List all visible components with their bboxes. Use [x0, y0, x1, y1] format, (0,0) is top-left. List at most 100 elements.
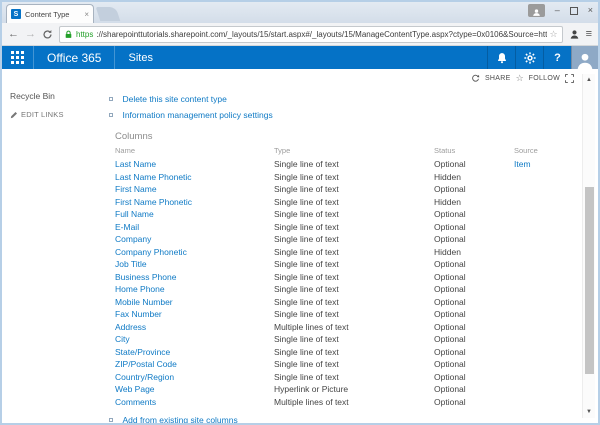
waffle-icon: [11, 51, 24, 64]
table-row: Fax Number Single line of text Optional: [115, 308, 577, 321]
table-row: First Name Phonetic Single line of text …: [115, 196, 577, 209]
person-icon: [576, 51, 594, 69]
ssl-lock-icon: [64, 30, 73, 39]
url-scheme: https: [76, 30, 93, 39]
column-status: Optional: [434, 222, 514, 232]
information-policy-link[interactable]: Information management policy settings: [122, 110, 272, 120]
focus-on-content-icon[interactable]: [565, 74, 574, 83]
office-365-brand[interactable]: Office 365: [34, 46, 115, 69]
scrollbar-thumb[interactable]: [585, 187, 594, 374]
app-launcher-button[interactable]: [2, 46, 34, 69]
column-type: Single line of text: [274, 309, 434, 319]
back-icon[interactable]: ←: [8, 28, 19, 40]
browser-window: S Content Type × – × ← → https ://sharep…: [0, 0, 600, 425]
help-button[interactable]: ?: [543, 46, 571, 69]
forward-icon[interactable]: →: [25, 28, 36, 40]
tab-close-icon[interactable]: ×: [84, 10, 89, 19]
column-source-link[interactable]: Item: [514, 159, 531, 169]
column-name-link[interactable]: Company: [115, 234, 151, 244]
column-status: Optional: [434, 322, 514, 332]
table-row: First Name Single line of text Optional: [115, 183, 577, 196]
column-type: Single line of text: [274, 334, 434, 344]
share-icon: [471, 74, 480, 83]
address-bar[interactable]: https ://sharepointtutorials.sharepoint.…: [59, 26, 563, 43]
column-status: Hidden: [434, 197, 514, 207]
table-row: Business Phone Single line of text Optio…: [115, 271, 577, 284]
column-name-link[interactable]: Full Name: [115, 209, 154, 219]
column-type: Single line of text: [274, 209, 434, 219]
column-name-link[interactable]: Home Phone: [115, 284, 165, 294]
minimize-button[interactable]: –: [555, 4, 560, 17]
column-name-link[interactable]: Last Name: [115, 159, 156, 169]
column-status: Optional: [434, 397, 514, 407]
table-row: Comments Multiple lines of text Optional: [115, 396, 577, 409]
close-button[interactable]: ×: [588, 4, 593, 17]
suite-bar: Office 365 Sites ?: [2, 46, 598, 69]
column-name-link[interactable]: Business Phone: [115, 272, 176, 282]
column-status: Optional: [434, 334, 514, 344]
bell-icon: [496, 52, 508, 64]
chrome-menu-icon[interactable]: ≡: [586, 28, 592, 40]
column-name-link[interactable]: Address: [115, 322, 146, 332]
scroll-up-icon[interactable]: ▲: [583, 75, 595, 85]
column-type: Single line of text: [274, 159, 434, 169]
bullet-icon: [109, 418, 113, 422]
gear-icon: [524, 52, 536, 64]
column-type: Single line of text: [274, 284, 434, 294]
settings-button[interactable]: [515, 46, 543, 69]
column-name-link[interactable]: E-Mail: [115, 222, 139, 232]
table-row: Company Single line of text Optional: [115, 233, 577, 246]
browser-tab[interactable]: S Content Type ×: [6, 4, 94, 23]
notifications-button[interactable]: [487, 46, 515, 69]
column-name-link[interactable]: First Name: [115, 184, 157, 194]
column-name-link[interactable]: Company Phonetic: [115, 247, 187, 257]
column-status: Hidden: [434, 172, 514, 182]
chrome-profile-icon[interactable]: [528, 4, 545, 17]
page-scrollbar[interactable]: ▲ ▼: [582, 74, 595, 418]
new-tab-button[interactable]: [96, 7, 121, 21]
add-existing-columns-link[interactable]: Add from existing site columns: [122, 415, 237, 425]
column-type: Single line of text: [274, 259, 434, 269]
column-name-link[interactable]: Last Name Phonetic: [115, 172, 192, 182]
column-name-link[interactable]: State/Province: [115, 347, 170, 357]
follow-button[interactable]: FOLLOW: [529, 75, 560, 82]
column-name-link[interactable]: City: [115, 334, 130, 344]
maximize-button[interactable]: [570, 7, 578, 15]
column-status: Optional: [434, 284, 514, 294]
column-name-link[interactable]: Country/Region: [115, 372, 174, 382]
recycle-bin-link[interactable]: Recycle Bin: [10, 91, 114, 101]
column-type: Single line of text: [274, 272, 434, 282]
tab-strip: S Content Type × – ×: [2, 2, 598, 23]
table-row: Web Page Hyperlink or Picture Optional: [115, 383, 577, 396]
bookmark-star-icon[interactable]: ☆: [550, 29, 558, 40]
table-row: ZIP/Postal Code Single line of text Opti…: [115, 358, 577, 371]
left-nav: Recycle Bin EDIT LINKS: [4, 87, 114, 119]
table-row: Job Title Single line of text Optional: [115, 258, 577, 271]
table-row: Home Phone Single line of text Optional: [115, 283, 577, 296]
column-name-link[interactable]: Comments: [115, 397, 156, 407]
header-name: Name: [115, 146, 274, 155]
sites-nav-item[interactable]: Sites: [115, 46, 165, 69]
header-status: Status: [434, 146, 514, 155]
edit-links-label: EDIT LINKS: [21, 110, 64, 119]
column-name-link[interactable]: Web Page: [115, 384, 155, 394]
column-type: Single line of text: [274, 197, 434, 207]
column-name-link[interactable]: ZIP/Postal Code: [115, 359, 177, 369]
sharepoint-favicon: S: [11, 9, 21, 19]
scroll-down-icon[interactable]: ▼: [583, 407, 595, 417]
toolbar-profile-icon[interactable]: [569, 29, 580, 40]
table-row: State/Province Single line of text Optio…: [115, 346, 577, 359]
column-name-link[interactable]: Job Title: [115, 259, 147, 269]
share-button[interactable]: SHARE: [485, 75, 511, 82]
refresh-icon[interactable]: [42, 29, 53, 40]
columns-heading: Columns: [115, 131, 153, 142]
column-name-link[interactable]: Mobile Number: [115, 297, 173, 307]
delete-content-type-link[interactable]: Delete this site content type: [122, 94, 226, 104]
column-type: Single line of text: [274, 359, 434, 369]
column-name-link[interactable]: First Name Phonetic: [115, 197, 192, 207]
edit-links-button[interactable]: EDIT LINKS: [10, 110, 114, 119]
column-name-link[interactable]: Fax Number: [115, 309, 162, 319]
follow-star-icon: ☆: [516, 74, 524, 83]
column-type: Single line of text: [274, 347, 434, 357]
user-avatar[interactable]: [571, 46, 598, 69]
